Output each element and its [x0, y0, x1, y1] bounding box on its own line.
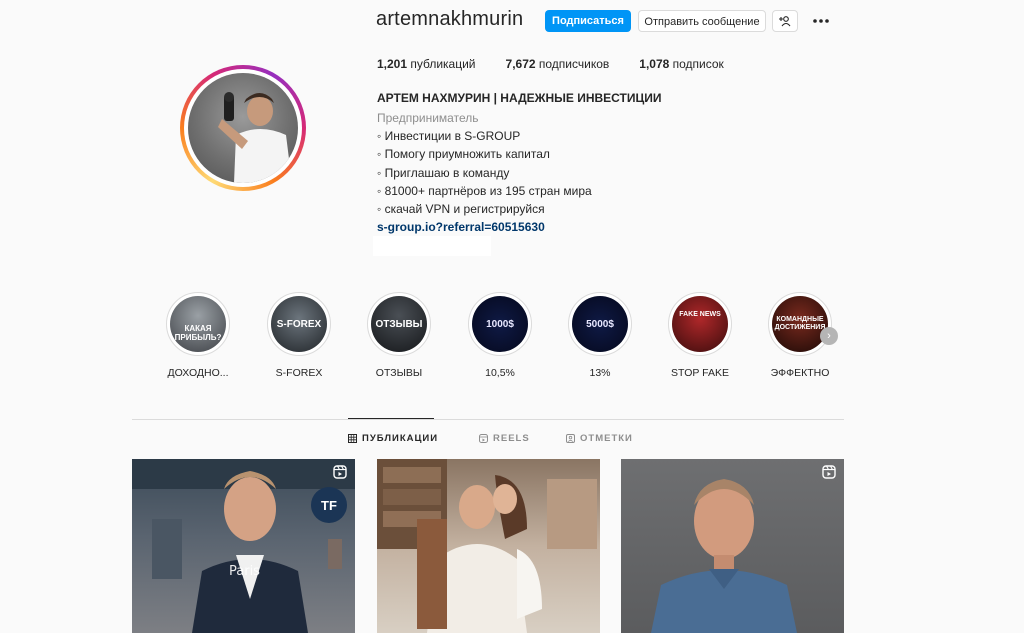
posts-stat: 1,201 публикаций: [377, 57, 476, 71]
bio-line: ◦ Приглашаю в команду: [377, 165, 510, 180]
tab-publications[interactable]: ПУБЛИКАЦИИ: [348, 433, 438, 444]
bio-line: ◦ Инвестиции в S-GROUP: [377, 129, 521, 144]
highlight-item[interactable]: S-FOREX S-FOREX: [259, 292, 339, 379]
reels-icon: [822, 465, 836, 479]
posts-label: публикаций: [410, 57, 476, 71]
following-count: 1,078: [639, 57, 670, 71]
grid-icon: [348, 434, 357, 443]
bio-line: ◦ скачай VPN и регистрируйся: [377, 202, 545, 217]
highlight-label: 10,5%: [485, 367, 515, 379]
tabs-divider: [132, 419, 844, 420]
highlight-label: S-FOREX: [275, 367, 323, 379]
post-thumbnail[interactable]: [377, 459, 600, 633]
post-overlay-text: Paris: [229, 564, 260, 579]
send-message-button[interactable]: Отправить сообщение: [638, 10, 766, 32]
reels-icon: [479, 434, 488, 443]
tab-reels[interactable]: REELS: [479, 433, 530, 444]
tab-tagged-label: ОТМЕТКИ: [580, 433, 633, 444]
post-photo: TF: [132, 459, 355, 633]
highlight-cover-text: КАКАЯ ПРИБЫЛЬ?: [174, 324, 222, 342]
full-name: АРТЕМ НАХМУРИН | НАДЕЖНЫЕ ИНВЕСТИЦИИ: [377, 91, 662, 105]
highlight-cover: S-FOREX: [271, 296, 327, 352]
post-photo: [377, 459, 597, 633]
highlight-cover-text: S-FOREX: [276, 318, 322, 330]
following-label: подписок: [672, 57, 724, 71]
tab-publications-label: ПУБЛИКАЦИИ: [362, 433, 439, 444]
post-thumbnail[interactable]: TF Paris: [132, 459, 355, 633]
highlight-cover-text: КОМАНДНЫЕ ДОСТИЖЕНИЯ: [774, 316, 826, 331]
highlight-cover: ОТЗЫВЫ: [371, 296, 427, 352]
post-photo: [651, 479, 797, 633]
suggested-accounts-button[interactable]: [772, 10, 798, 32]
more-options-icon[interactable]: [812, 12, 830, 30]
highlight-label: ОТЗЫВЫ: [375, 367, 423, 379]
chevron-right-icon[interactable]: ›: [820, 327, 838, 345]
posts-count: 1,201: [377, 57, 408, 71]
follow-button[interactable]: Подписаться: [545, 10, 631, 32]
followers-label: подписчиков: [538, 57, 610, 71]
highlight-item[interactable]: FAKE NEWS STOP FAKE: [660, 292, 740, 379]
highlight-label: ДОХОДНО...: [167, 367, 229, 379]
post-thumbnail[interactable]: [621, 459, 844, 633]
reels-icon: [333, 465, 347, 479]
avatar-photo: [188, 73, 298, 183]
profile-avatar[interactable]: [180, 65, 306, 191]
blank-area: [373, 236, 491, 256]
highlight-label: 13%: [589, 367, 611, 379]
bio: Предприниматель ◦ Инвестиции в S-GROUP ◦…: [377, 109, 592, 236]
bio-line: ◦ 81000+ партнёров из 195 стран мира: [377, 183, 592, 198]
highlight-cover-text: ОТЗЫВЫ: [375, 318, 423, 330]
highlight-cover: КАКАЯ ПРИБЫЛЬ?: [170, 296, 226, 352]
following-stat[interactable]: 1,078 подписок: [639, 57, 724, 71]
active-tab-indicator: [348, 418, 434, 419]
highlight-cover: 5000$: [572, 296, 628, 352]
category-label: Предприниматель: [377, 111, 479, 125]
profile-stats: 1,201 публикаций 7,672 подписчиков 1,078…: [377, 57, 754, 71]
highlight-cover: 1000$: [472, 296, 528, 352]
followers-count: 7,672: [505, 57, 536, 71]
bio-link[interactable]: s-group.io?referral=60515630: [377, 218, 592, 236]
followers-stat[interactable]: 7,672 подписчиков: [506, 57, 610, 71]
tagged-icon: [566, 434, 575, 443]
add-person-icon: [779, 16, 791, 27]
bio-line: ◦ Помогу приумножить капитал: [377, 147, 550, 162]
highlight-cover-text: 1000$: [486, 318, 514, 330]
highlight-cover: КОМАНДНЫЕ ДОСТИЖЕНИЯ: [772, 296, 828, 352]
highlight-cover-text: FAKE NEWS: [679, 311, 721, 318]
highlight-cover-text: 5000$: [586, 318, 614, 330]
highlight-label: STOP FAKE: [671, 367, 729, 379]
tab-reels-label: REELS: [493, 433, 530, 444]
highlight-item[interactable]: 5000$ 13%: [560, 292, 640, 379]
highlight-item[interactable]: КАКАЯ ПРИБЫЛЬ? ДОХОДНО...: [158, 292, 238, 379]
highlight-item[interactable]: 1000$ 10,5%: [460, 292, 540, 379]
tab-tagged[interactable]: ОТМЕТКИ: [566, 433, 633, 444]
username: artemnakhmurin: [376, 8, 524, 30]
svg-text:TF: TF: [321, 498, 337, 513]
highlight-item[interactable]: ОТЗЫВЫ ОТЗЫВЫ: [359, 292, 439, 379]
highlight-cover: FAKE NEWS: [672, 296, 728, 352]
highlight-label: ЭФФЕКТНО: [770, 367, 830, 379]
